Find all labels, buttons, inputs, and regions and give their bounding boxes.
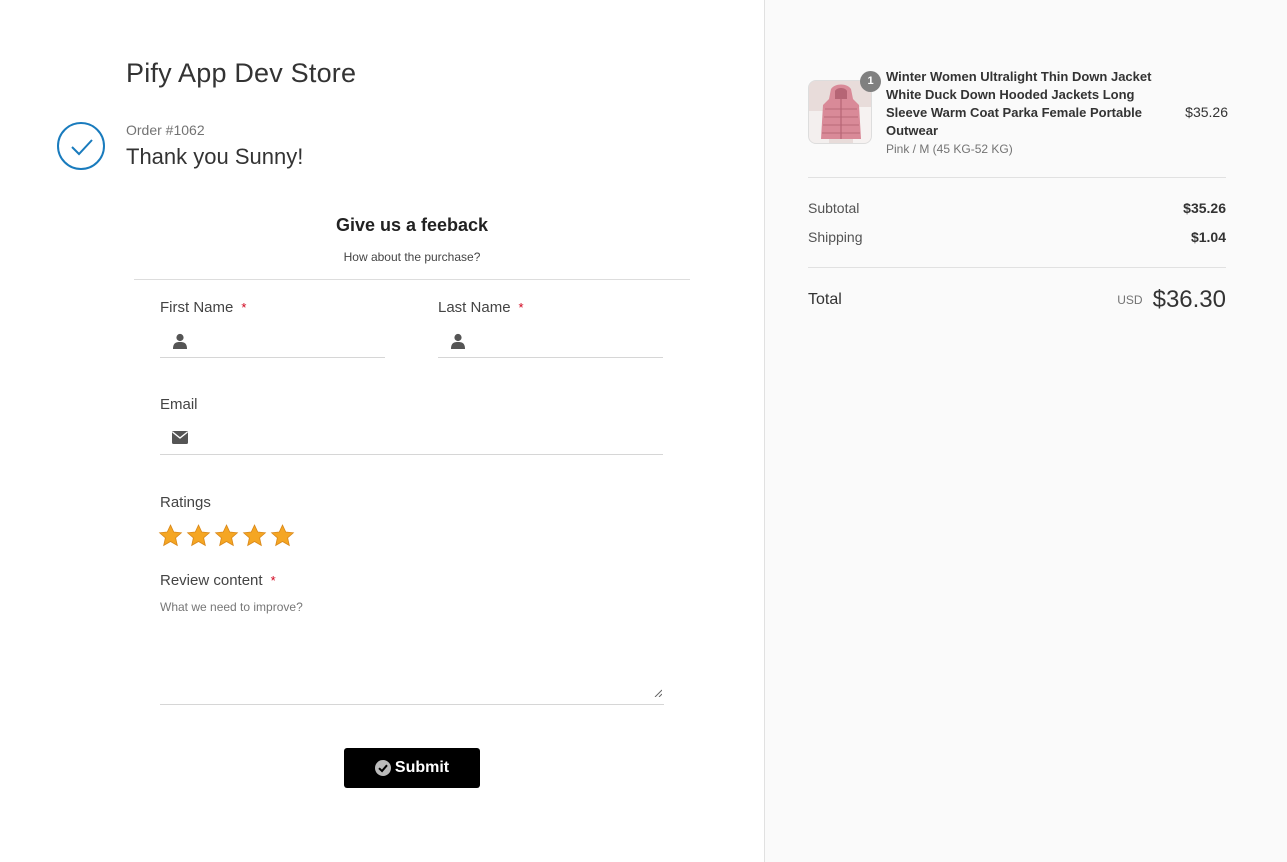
order-summary-sidebar: 1 Winter Women Ultralight Thin Down Jack… <box>764 0 1287 862</box>
star-icon[interactable] <box>214 523 239 549</box>
star-icon[interactable] <box>158 523 183 549</box>
total-row: Total USD $36.30 <box>808 286 1226 314</box>
star-icon[interactable] <box>270 523 295 549</box>
checkmark-icon <box>57 122 105 170</box>
review-field[interactable] <box>160 596 664 705</box>
feedback-divider <box>134 279 690 280</box>
total-label: Total <box>808 291 842 308</box>
main-content: Pify App Dev Store Order #1062 Thank you… <box>0 0 764 862</box>
feedback-header: Give us a feeback How about the purchase… <box>134 210 690 280</box>
order-number: Order #1062 <box>126 122 205 138</box>
check-circle-icon <box>374 760 391 776</box>
required-mark: * <box>241 300 247 315</box>
user-icon <box>449 332 467 350</box>
resize-handle-icon[interactable] <box>654 684 663 702</box>
subtotal-label: Subtotal <box>808 200 860 216</box>
email-input[interactable] <box>199 422 663 453</box>
submit-label: Submit <box>394 759 450 776</box>
last-name-field[interactable] <box>438 324 663 358</box>
required-mark: * <box>518 300 524 315</box>
product-name: Winter Women Ultralight Thin Down Jacket… <box>886 69 1152 138</box>
first-name-input[interactable] <box>199 325 385 356</box>
first-name-field[interactable] <box>160 324 385 358</box>
shipping-value: $1.04 <box>1190 229 1226 245</box>
required-mark: * <box>270 573 276 588</box>
thank-you-heading: Thank you Sunny! <box>126 144 304 169</box>
total-divider <box>808 267 1226 268</box>
star-icon[interactable] <box>186 523 211 549</box>
ratings-label: Ratings <box>160 494 211 511</box>
email-label: Email <box>160 396 198 413</box>
currency-code: USD <box>1117 293 1143 307</box>
review-label-text: Review content <box>160 572 263 589</box>
subtotal-value: $35.26 <box>1183 200 1226 216</box>
first-name-label-text: First Name <box>160 299 234 316</box>
feedback-title: Give us a feeback <box>335 215 489 235</box>
star-rating[interactable] <box>158 523 295 549</box>
shipping-label: Shipping <box>808 229 863 245</box>
subtotal-row: Subtotal $35.26 <box>808 200 1226 216</box>
review-label: Review content * <box>160 572 276 589</box>
product-thumbnail <box>808 80 872 144</box>
product-variant: Pink / M (45 KG-52 KG) <box>886 142 1013 156</box>
star-icon[interactable] <box>242 523 267 549</box>
last-name-input[interactable] <box>477 325 663 356</box>
shipping-row: Shipping $1.04 <box>808 229 1226 245</box>
summary-divider <box>808 177 1226 178</box>
first-name-label: First Name * <box>160 299 246 316</box>
total-amount-group: USD $36.30 <box>1117 286 1226 314</box>
store-title: Pify App Dev Store <box>126 58 357 88</box>
email-field[interactable] <box>160 421 663 455</box>
product-price: $35.26 <box>1185 104 1228 120</box>
review-textarea[interactable] <box>160 596 664 704</box>
total-amount: $36.30 <box>1152 286 1226 313</box>
feedback-subtitle: How about the purchase? <box>343 250 481 264</box>
last-name-label: Last Name * <box>438 299 524 316</box>
quantity-badge: 1 <box>860 71 881 92</box>
cart-item: 1 Winter Women Ultralight Thin Down Jack… <box>808 68 1228 158</box>
user-icon <box>171 332 189 350</box>
envelope-icon <box>171 429 189 447</box>
submit-button[interactable]: Submit <box>344 748 480 788</box>
last-name-label-text: Last Name <box>438 299 511 316</box>
